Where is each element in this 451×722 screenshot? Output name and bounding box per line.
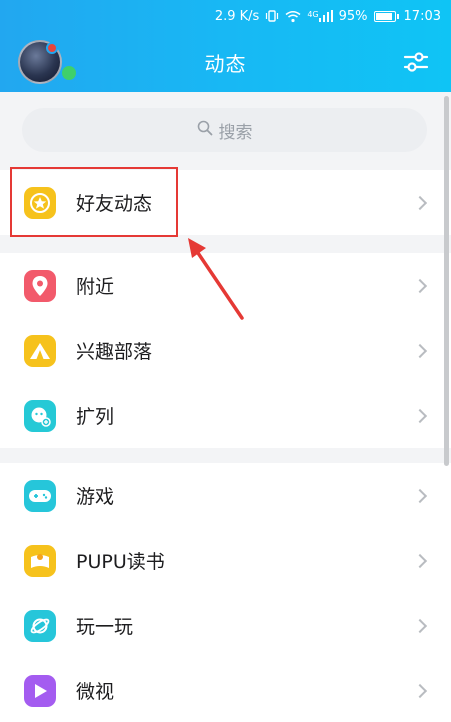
list-item-pupu-reading[interactable]: PUPU读书 bbox=[0, 528, 451, 593]
list-item-games[interactable]: 游戏 bbox=[0, 463, 451, 528]
filter-settings-icon[interactable] bbox=[403, 50, 429, 74]
gamepad-icon bbox=[24, 479, 56, 512]
section-apps: 游戏 PUPU读书 玩一玩 微视 bbox=[0, 463, 451, 722]
chevron-right-icon bbox=[412, 683, 428, 698]
search-input[interactable]: 搜索 bbox=[22, 108, 427, 152]
list-item-play[interactable]: 玩一玩 bbox=[0, 593, 451, 658]
wifi-icon bbox=[285, 10, 301, 23]
list-item-interest-tribe[interactable]: 兴趣部落 bbox=[0, 318, 451, 383]
signal-label: 4G bbox=[307, 10, 319, 19]
search-icon bbox=[197, 120, 213, 141]
planet-icon bbox=[24, 609, 56, 642]
list-item-label: 附近 bbox=[76, 276, 115, 298]
list-item-weishi[interactable]: 微视 bbox=[0, 658, 451, 722]
list-item-expand-list[interactable]: 扩列 bbox=[0, 383, 451, 448]
network-speed: 2.9 K/s bbox=[214, 8, 260, 24]
header-bar: 2.9 K/s 4G 95% 17:03 动态 bbox=[0, 0, 451, 92]
tent-icon bbox=[24, 334, 56, 367]
list-item-label: 玩一玩 bbox=[76, 616, 134, 638]
chevron-right-icon bbox=[412, 195, 428, 210]
status-bar: 2.9 K/s 4G 95% 17:03 bbox=[0, 0, 451, 32]
clock-time: 17:03 bbox=[403, 8, 441, 24]
play-icon bbox=[24, 674, 56, 707]
chevron-right-icon bbox=[412, 408, 428, 423]
vibrate-icon bbox=[265, 9, 279, 23]
chevron-right-icon bbox=[412, 488, 428, 503]
list-item-label: 兴趣部落 bbox=[76, 341, 153, 363]
chevron-right-icon bbox=[412, 553, 428, 568]
list-item-label: PUPU读书 bbox=[76, 551, 165, 573]
scrollbar[interactable] bbox=[444, 96, 449, 466]
book-icon bbox=[24, 544, 56, 577]
search-placeholder: 搜索 bbox=[218, 122, 253, 143]
location-pin-icon bbox=[24, 269, 56, 302]
list-item-label: 扩列 bbox=[76, 406, 115, 428]
chat-add-icon bbox=[24, 399, 56, 432]
page-title: 动态 bbox=[204, 52, 247, 76]
battery-percent: 95% bbox=[338, 8, 368, 24]
list-item-label: 微视 bbox=[76, 681, 115, 703]
list-item-label: 游戏 bbox=[76, 486, 115, 508]
chevron-right-icon bbox=[412, 618, 428, 633]
chevron-right-icon bbox=[412, 278, 428, 293]
annotation-highlight-box bbox=[10, 167, 178, 237]
signal-icon: 4G bbox=[307, 10, 333, 22]
chevron-right-icon bbox=[412, 343, 428, 358]
annotation-arrow-icon bbox=[188, 238, 244, 320]
battery-icon bbox=[373, 10, 399, 22]
